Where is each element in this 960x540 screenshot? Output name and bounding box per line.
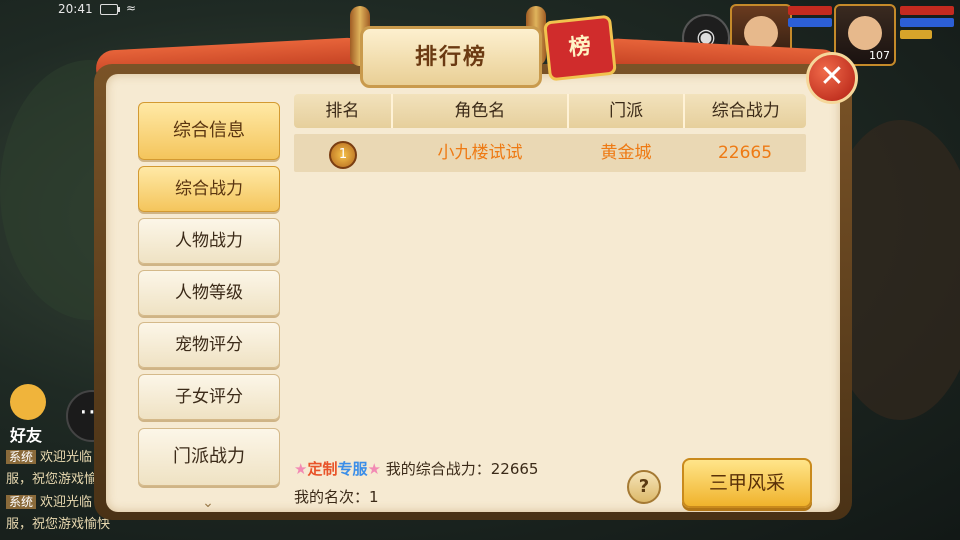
my-power-value: 22665 [490,460,539,478]
exp-bar [900,30,933,39]
my-power-label: 我的综合战力： [385,460,491,478]
chat-text: 欢迎光临 [40,495,93,510]
custom-server-label-a: 定制 [307,460,338,478]
chevron-down-icon[interactable]: ⌄ [138,494,278,512]
ranking-badge-icon: 榜 [543,14,617,82]
power-cell: 22665 [717,143,773,163]
sect-cell: 黄金城 [600,143,652,163]
wifi-icon: ≈ [126,1,137,15]
tab-children-score[interactable]: 子女评分 [138,374,280,420]
tab-character-power[interactable]: 人物战力 [138,218,280,264]
chat-tag: 系统 [6,495,37,509]
table-row[interactable]: 1 小九楼试试 黄金城 22665 [294,134,806,172]
tab-general-info[interactable]: 综合信息 [138,102,280,160]
my-stats: ★定制专服★ 我的综合战力：22665 我的名次：1 [294,458,539,506]
chat-text: 欢迎光临 [40,450,93,465]
star-icon: ★ [367,460,381,478]
chat-line: 服，祝您游戏愉快 [6,514,110,536]
my-rank-label: 我的名次： [294,488,370,506]
friends-label: 好友 [10,426,43,445]
star-icon: ★ [294,460,308,478]
rank-cell: 1 [294,134,392,172]
friends-icon [10,384,46,420]
tab-sect-power[interactable]: 门派战力 [138,428,280,486]
title-banner: 排行榜 [360,26,542,88]
player-status-bars [900,6,954,42]
column-sect: 门派 [569,94,686,128]
mp-bar [900,18,954,27]
help-button[interactable]: ? [627,470,661,504]
close-button[interactable]: ✕ [806,52,858,104]
my-rank-value: 1 [369,488,379,506]
name-cell: 小九楼试试 [437,143,523,163]
custom-server-label-b: 专服 [337,460,368,478]
player-level: 107 [869,49,890,62]
chat-text: 服，祝您游戏愉快 [6,517,111,532]
tab-character-level[interactable]: 人物等级 [138,270,280,316]
column-name: 角色名 [393,94,569,128]
page-title: 排行榜 [414,44,487,70]
top-three-showcase-button[interactable]: 三甲风采 [682,458,812,508]
chat-tag: 系统 [6,450,37,464]
hp-bar [788,6,832,15]
avatar-face [848,16,882,50]
status-time: 20:41 [58,2,93,16]
column-rank: 排名 [294,94,393,128]
tab-overall-power[interactable]: 综合战力 [138,166,280,212]
friends-button[interactable]: 好友 [10,384,46,446]
table-header: 排名 角色名 门派 综合战力 [294,94,806,128]
tab-pet-score[interactable]: 宠物评分 [138,322,280,368]
rank-medal-icon: 1 [329,141,357,169]
pet-status-bars [788,6,832,30]
battery-icon [100,4,120,15]
hp-bar [900,6,954,15]
my-rank: 我的名次：1 [294,486,379,507]
column-power: 综合战力 [711,101,780,121]
mp-bar [788,18,832,27]
